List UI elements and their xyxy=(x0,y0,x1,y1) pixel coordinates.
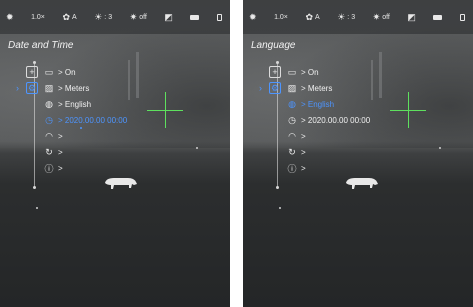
zoom-indicator: 1.0× xyxy=(31,13,45,21)
divider-dot xyxy=(276,61,279,64)
battery-icon xyxy=(190,14,200,20)
ir-indicator: ✷ off xyxy=(129,11,147,22)
chevron-right-icon: › xyxy=(16,83,19,93)
mode-indicator: ✿ A xyxy=(62,11,77,22)
divider-dot xyxy=(33,186,36,189)
mode-indicator: ✿ A xyxy=(305,11,320,22)
sd-card-icon xyxy=(216,13,222,21)
info-icon: ⓘ xyxy=(287,163,297,174)
menu-item-wifi[interactable]: ◠ > xyxy=(287,130,306,142)
status-bar: ✹ 1.0× ✿ A ☀:3 ✷ off ◩ xyxy=(0,0,230,34)
divider-dot xyxy=(276,186,279,189)
plus-icon[interactable]: + xyxy=(26,66,38,78)
globe-icon: ◍ xyxy=(288,98,296,109)
info-icon: ⓘ xyxy=(44,163,54,174)
thermal-screen-left: ✹ 1.0× ✿ A ☀:3 ✷ off ◩ Date and Time + › ⚙… xyxy=(0,0,230,307)
menu-item-display[interactable]: ▭ > On xyxy=(287,66,319,78)
recording-indicator: ◩ xyxy=(164,11,173,22)
contrast-indicator: ☀:3 xyxy=(337,11,356,22)
recording-indicator: ◩ xyxy=(407,11,416,22)
chevron-right-icon: › xyxy=(259,83,262,93)
status-bar: ✹ 1.0× ✿ A ☀:3 ✷ off ◩ xyxy=(243,0,473,34)
menu-item-date-time[interactable]: ◷ > 2020.00.00 00:00 xyxy=(44,114,127,126)
boar-thermal-target xyxy=(346,178,378,189)
reset-icon: ↻ xyxy=(45,146,53,157)
contrast-icon: ☀ xyxy=(94,11,103,22)
zoom-indicator: 1.0× xyxy=(274,13,288,21)
terrain-dot xyxy=(279,207,281,209)
terrain-dot xyxy=(36,207,38,209)
divider-dot xyxy=(33,61,36,64)
image-icon: ◩ xyxy=(164,11,173,22)
brightness-indicator: ✹ xyxy=(6,11,14,22)
menu-item-reset[interactable]: ↻ > xyxy=(287,146,305,158)
reset-icon: ↻ xyxy=(288,146,296,157)
battery-indicator xyxy=(433,14,443,20)
terrain-dot xyxy=(439,147,441,149)
settings-icon[interactable]: ⚙ xyxy=(269,82,281,94)
page-title: Language xyxy=(251,40,296,51)
menu-item-display[interactable]: ▭ > On xyxy=(44,66,76,78)
reticle-vertical xyxy=(165,92,166,128)
menu-item-units[interactable]: ▨ > Meters xyxy=(287,82,333,94)
settings-icon[interactable]: ⚙ xyxy=(26,82,38,94)
clock-icon: ◷ xyxy=(45,114,53,125)
ir-indicator: ✷ off xyxy=(372,11,390,22)
contrast-icon: ☀ xyxy=(337,11,346,22)
tree-silhouette xyxy=(371,60,373,100)
ir-icon: ✷ xyxy=(372,11,381,22)
page-title: Date and Time xyxy=(8,40,74,51)
palette-icon: ✿ xyxy=(62,11,70,22)
wifi-icon: ◠ xyxy=(45,130,53,141)
sun-icon: ✹ xyxy=(249,11,257,22)
ir-icon: ✷ xyxy=(129,11,138,22)
globe-icon: ◍ xyxy=(45,98,53,109)
sd-indicator xyxy=(216,13,222,21)
tree-silhouette xyxy=(136,52,139,98)
cursor-dot xyxy=(80,127,82,129)
boar-thermal-target xyxy=(105,178,137,189)
tree-silhouette xyxy=(128,60,130,100)
menu-item-date-time[interactable]: ◷ > 2020.00.00 00:00 xyxy=(287,114,370,126)
menu-item-units[interactable]: ▨ > Meters xyxy=(44,82,90,94)
thermal-screen-right: ✹ 1.0× ✿ A ☀:3 ✷ off ◩ Language + › ⚙ ▭ > O… xyxy=(243,0,473,307)
sun-icon: ✹ xyxy=(6,11,14,22)
display-icon: ▭ xyxy=(44,66,54,77)
image-icon: ▨ xyxy=(44,82,54,93)
wifi-icon: ◠ xyxy=(288,130,296,141)
battery-indicator xyxy=(190,14,200,20)
clock-icon: ◷ xyxy=(288,114,296,125)
menu-item-reset[interactable]: ↻ > xyxy=(44,146,62,158)
sd-indicator xyxy=(459,13,465,21)
sd-card-icon xyxy=(459,13,465,21)
contrast-indicator: ☀:3 xyxy=(94,11,113,22)
display-icon: ▭ xyxy=(287,66,297,77)
menu-item-info[interactable]: ⓘ > xyxy=(287,162,305,174)
brightness-indicator: ✹ xyxy=(249,11,257,22)
menu-item-language[interactable]: ◍ > English xyxy=(287,98,334,110)
image-icon: ◩ xyxy=(407,11,416,22)
image-icon: ▨ xyxy=(287,82,297,93)
menu-item-language[interactable]: ◍ > English xyxy=(44,98,91,110)
plus-icon[interactable]: + xyxy=(269,66,281,78)
reticle-vertical xyxy=(408,92,409,128)
terrain-dot xyxy=(196,147,198,149)
tree-silhouette xyxy=(379,52,382,98)
battery-icon xyxy=(433,14,443,20)
menu-item-info[interactable]: ⓘ > xyxy=(44,162,62,174)
menu-item-wifi[interactable]: ◠ > xyxy=(44,130,63,142)
palette-icon: ✿ xyxy=(305,11,313,22)
